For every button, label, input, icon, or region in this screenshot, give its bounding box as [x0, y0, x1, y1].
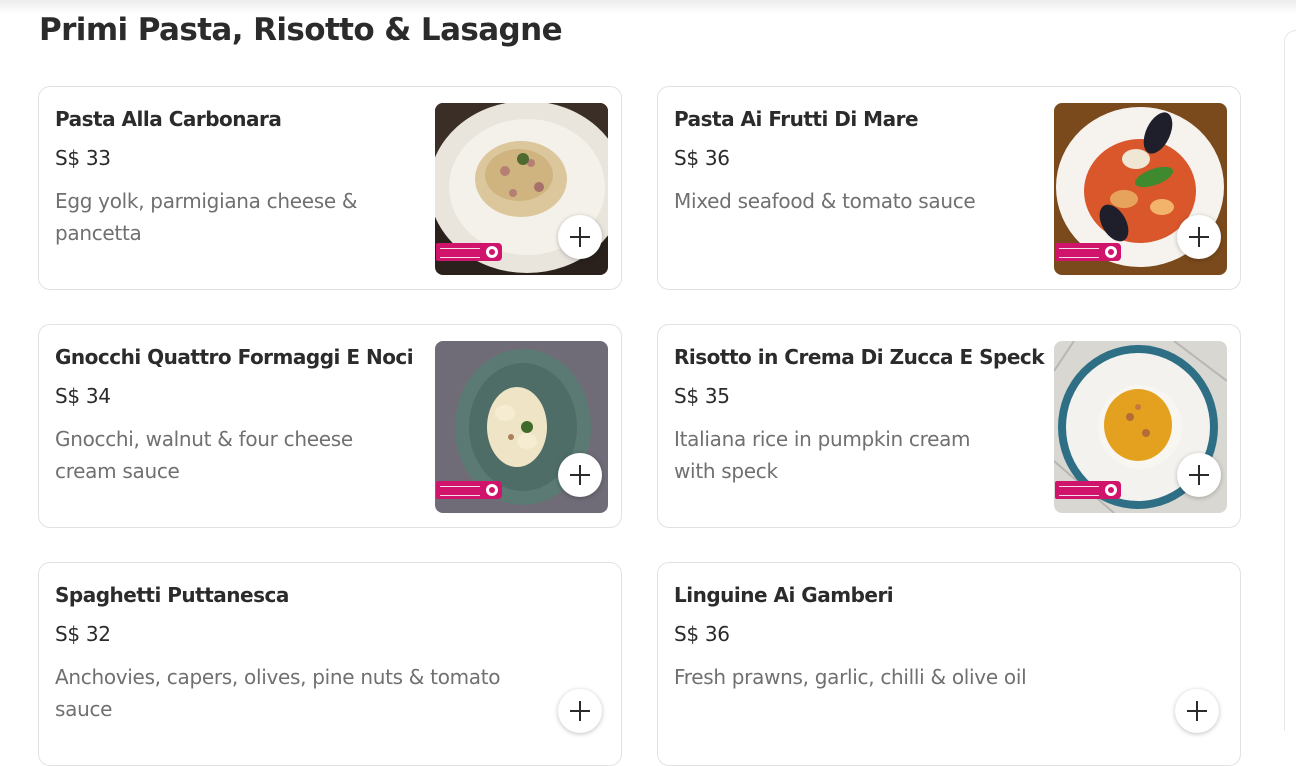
menu-item-card[interactable]: Pasta Alla Carbonara S$ 33 Egg yolk, par… [38, 86, 622, 290]
add-to-cart-button[interactable] [558, 453, 602, 497]
add-to-cart-button[interactable] [558, 689, 602, 733]
panda-logo-icon [1105, 246, 1117, 258]
cart-panel-edge [1284, 30, 1296, 731]
dish-price: S$ 32 [55, 622, 111, 646]
dish-name: Spaghetti Puttanesca [55, 583, 289, 607]
menu-item-card[interactable]: Risotto in Crema Di Zucca E Speck S$ 35 … [657, 324, 1241, 528]
menu-item-card[interactable]: Linguine Ai Gamberi S$ 36 Fresh prawns, … [657, 562, 1241, 766]
panda-logo-icon [486, 484, 498, 496]
section-title: Primi Pasta, Risotto & Lasagne [39, 12, 563, 48]
add-to-cart-button[interactable] [1177, 453, 1221, 497]
panda-logo-icon [486, 246, 498, 258]
dish-price: S$ 33 [55, 146, 111, 170]
menu-item-card[interactable]: Gnocchi Quattro Formaggi E Noci S$ 34 Gn… [38, 324, 622, 528]
dish-price: S$ 36 [674, 146, 730, 170]
dish-name: Gnocchi Quattro Formaggi E Noci [55, 345, 414, 369]
dish-description: Egg yolk, parmigiana cheese & pancetta [55, 189, 358, 245]
add-to-cart-button[interactable] [1177, 215, 1221, 259]
image-disclaimer-badge [1055, 243, 1121, 261]
dish-description: Italiana rice in pumpkin cream with spec… [674, 427, 971, 483]
dish-price: S$ 36 [674, 622, 730, 646]
menu-item-card[interactable]: Spaghetti Puttanesca S$ 32 Anchovies, ca… [38, 562, 622, 766]
dish-name: Linguine Ai Gamberi [674, 583, 894, 607]
dish-description: Mixed seafood & tomato sauce [674, 189, 976, 213]
add-to-cart-button[interactable] [1175, 689, 1219, 733]
panda-logo-icon [1105, 484, 1117, 496]
image-disclaimer-badge [1055, 481, 1121, 499]
dish-description: Anchovies, capers, olives, pine nuts & t… [55, 665, 501, 721]
dish-name: Pasta Alla Carbonara [55, 107, 282, 131]
dish-price: S$ 35 [674, 384, 730, 408]
image-disclaimer-badge [436, 481, 502, 499]
dish-price: S$ 34 [55, 384, 111, 408]
dish-name: Risotto in Crema Di Zucca E Speck [674, 345, 1045, 369]
image-disclaimer-badge [436, 243, 502, 261]
add-to-cart-button[interactable] [558, 215, 602, 259]
dish-name: Pasta Ai Frutti Di Mare [674, 107, 919, 131]
dish-description: Gnocchi, walnut & four cheese cream sauc… [55, 427, 353, 483]
dish-description: Fresh prawns, garlic, chilli & olive oil [674, 665, 1027, 689]
menu-item-card[interactable]: Pasta Ai Frutti Di Mare S$ 36 Mixed seaf… [657, 86, 1241, 290]
